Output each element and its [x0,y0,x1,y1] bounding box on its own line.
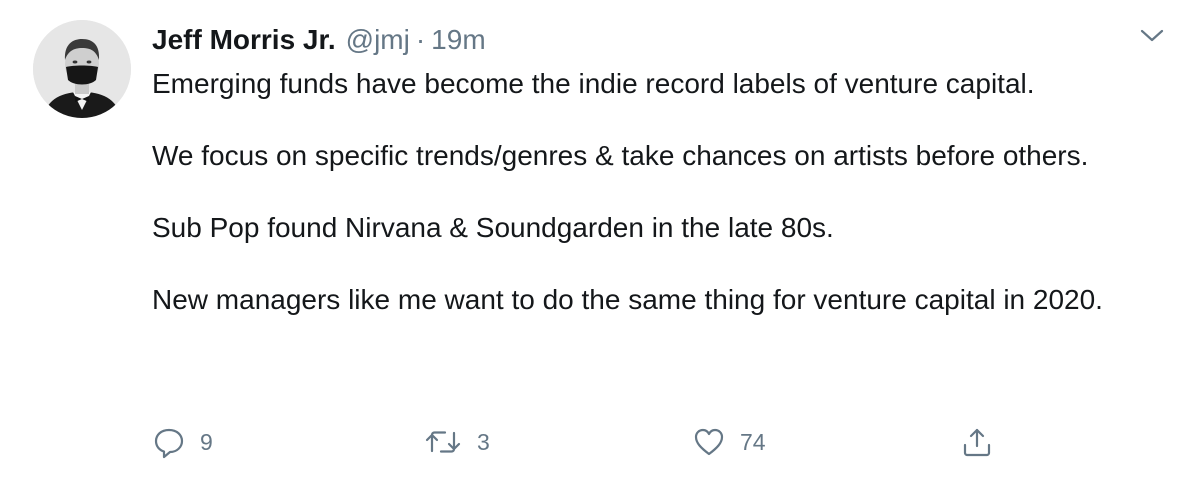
tweet-paragraph: Sub Pop found Nirvana & Soundgarden in t… [152,212,834,243]
tweet-paragraph: We focus on specific trends/genres & tak… [152,140,1089,171]
like-button[interactable]: 74 [692,422,766,462]
chevron-down-icon[interactable] [1140,28,1164,44]
tweet-paragraph: Emerging funds have become the indie rec… [152,68,1035,99]
timestamp[interactable]: 19m [431,24,485,56]
avatar[interactable] [33,20,131,118]
tweet-card[interactable]: Jeff Morris Jr. @jmj · 19m Emerging fund… [0,0,1200,478]
reply-button[interactable]: 9 [152,422,213,462]
like-count: 74 [740,428,766,455]
share-upload-icon [963,428,991,457]
separator-dot: · [415,24,426,55]
tweet-header: Jeff Morris Jr. @jmj · 19m [152,24,486,60]
author-name[interactable]: Jeff Morris Jr. [152,24,336,56]
reply-count: 9 [200,428,213,455]
retweet-button[interactable]: 3 [423,422,490,462]
author-handle[interactable]: @jmj [346,24,410,56]
retweet-arrows-icon [425,431,461,453]
tweet-paragraph: New managers like me want to do the same… [152,284,1103,315]
tweet-text: Emerging funds have become the indie rec… [152,66,1162,318]
avatar-photo [33,20,131,118]
share-button[interactable] [960,422,994,462]
heart-icon [694,428,724,456]
speech-bubble-icon [154,428,184,459]
action-bar: 9 3 74 [0,422,1200,462]
retweet-count: 3 [477,428,490,455]
